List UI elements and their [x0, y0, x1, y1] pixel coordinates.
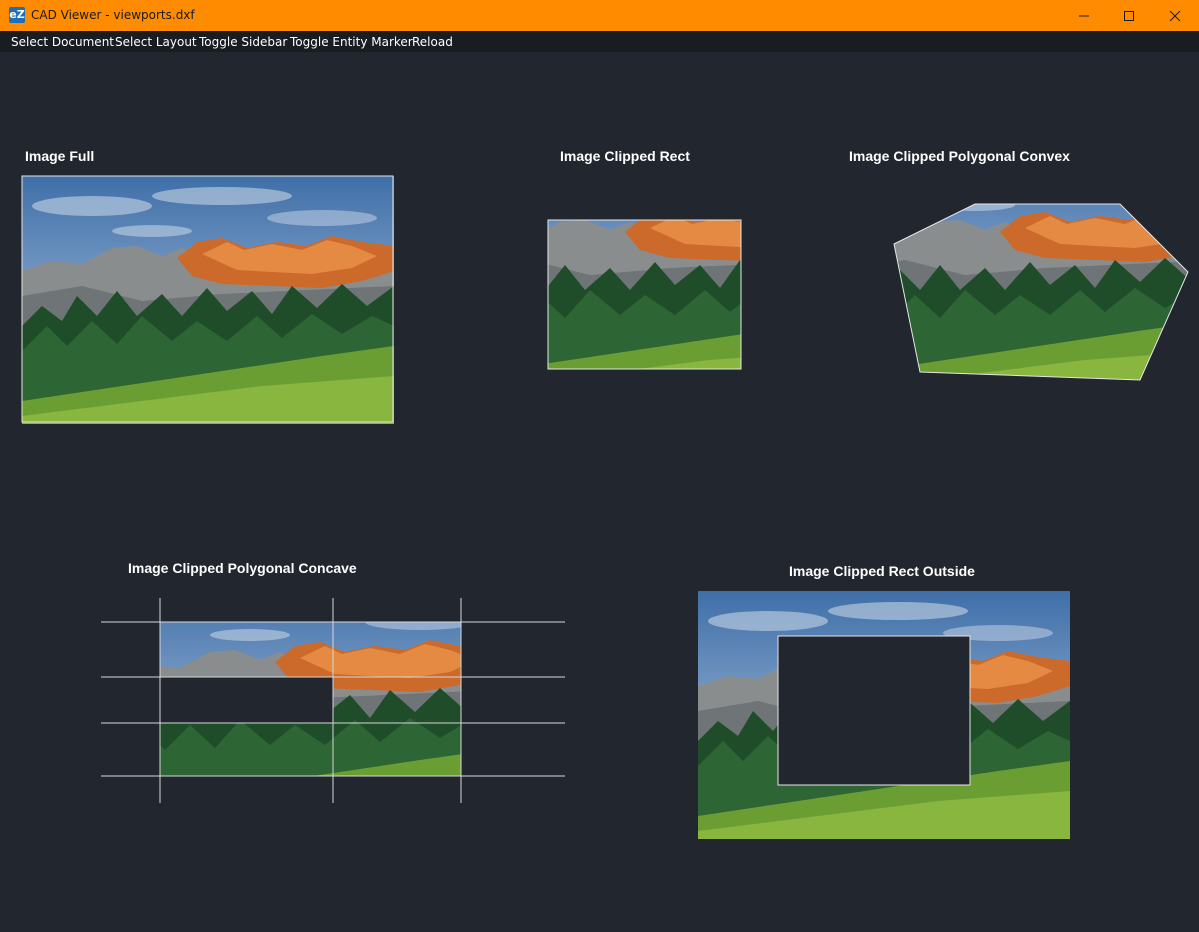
menu-select-layout[interactable]: Select Layout	[115, 35, 197, 49]
title-bar: eZ CAD Viewer - viewports.dxf	[0, 0, 1199, 31]
drawing-canvas[interactable]: Image Full Image Clipped Rect Image Clip…	[0, 52, 1199, 932]
image-clipped-rect-viewport	[547, 219, 742, 370]
minimize-icon	[1079, 15, 1089, 17]
menu-bar: Select Document Select Layout Toggle Sid…	[0, 31, 1199, 52]
maximize-button[interactable]	[1106, 0, 1152, 31]
label-image-full: Image Full	[25, 148, 95, 164]
image-clipped-rect-outside-viewport	[698, 591, 1070, 839]
window-title: CAD Viewer - viewports.dxf	[31, 8, 195, 22]
layout-drawing	[21, 175, 1189, 839]
image-clipped-polygonal-concave-viewport	[101, 598, 565, 803]
minimize-button[interactable]	[1061, 0, 1107, 31]
close-button[interactable]	[1152, 0, 1198, 31]
label-image-clipped-rect: Image Clipped Rect	[560, 148, 690, 164]
menu-toggle-sidebar[interactable]: Toggle Sidebar	[199, 35, 287, 49]
label-image-clipped-polygonal-convex: Image Clipped Polygonal Convex	[849, 148, 1070, 164]
maximize-icon	[1124, 11, 1134, 21]
app-icon: eZ	[9, 7, 25, 23]
menu-reload[interactable]: Reload	[412, 35, 453, 49]
menu-toggle-entity-marker[interactable]: Toggle Entity Marker	[290, 35, 413, 49]
image-full-viewport	[21, 175, 394, 424]
label-image-clipped-rect-outside: Image Clipped Rect Outside	[789, 563, 975, 579]
menu-select-document[interactable]: Select Document	[11, 35, 114, 49]
label-image-clipped-polygonal-concave: Image Clipped Polygonal Concave	[128, 560, 357, 576]
close-icon	[1169, 10, 1181, 22]
image-clipped-polygonal-convex-viewport	[893, 203, 1189, 381]
